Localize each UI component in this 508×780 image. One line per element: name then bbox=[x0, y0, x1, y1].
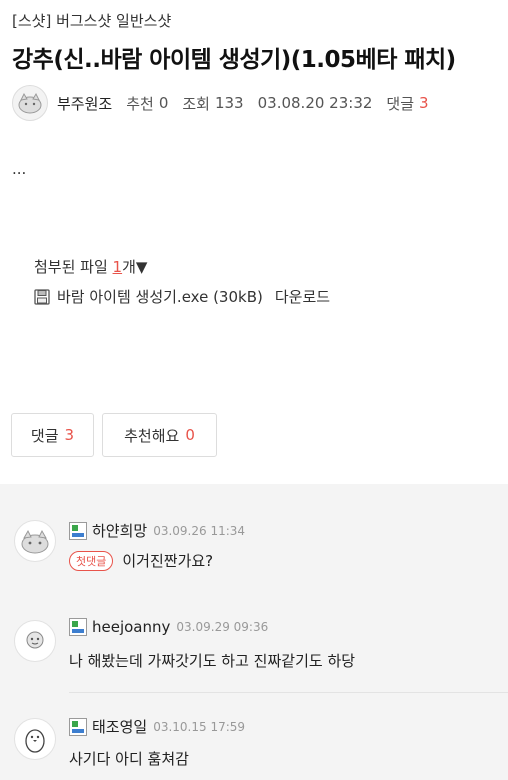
comment-text: 이거진짠가요? bbox=[122, 552, 214, 570]
penguin-avatar-icon bbox=[25, 729, 45, 753]
comment-header: 하얀희망 03.09.26 11:34 bbox=[69, 520, 245, 541]
avatar[interactable] bbox=[12, 85, 48, 121]
attachment-file-name[interactable]: 바람 아이템 생성기.exe (30kB) bbox=[57, 286, 263, 307]
recommend-button-count: 0 bbox=[185, 426, 195, 444]
download-link[interactable]: 다운로드 bbox=[275, 286, 330, 307]
comment-body: 사기다 아디 훔쳐감 bbox=[69, 748, 189, 769]
avatar[interactable] bbox=[14, 620, 56, 662]
views-label: 조회 bbox=[182, 94, 210, 113]
user-level-icon bbox=[69, 521, 87, 540]
cat-avatar-icon bbox=[21, 529, 49, 554]
comment-date: 03.10.15 17:59 bbox=[153, 719, 246, 734]
post-title: 강추(신..바람 아이템 생성기)(1.05베타 패치) bbox=[12, 47, 456, 73]
comment-body: 첫댓글 이거진짠가요? bbox=[69, 550, 213, 571]
caret-down-icon: ▼ bbox=[135, 258, 148, 276]
first-comment-badge: 첫댓글 bbox=[69, 550, 114, 571]
recommend-button-label: 추천해요 bbox=[124, 426, 180, 445]
attachments-heading: 첨부된 파일 bbox=[34, 258, 113, 276]
recommend-label: 추천 bbox=[126, 94, 154, 113]
comment-button-label: 댓글 bbox=[30, 426, 59, 445]
user-level-icon bbox=[69, 618, 87, 636]
comment-date: 03.09.29 09:36 bbox=[176, 620, 269, 634]
comment-date: 03.09.26 11:34 bbox=[153, 523, 246, 538]
pet-avatar-icon bbox=[26, 631, 44, 649]
comments-label: 댓글 bbox=[386, 94, 415, 113]
recommend-count: 0 bbox=[158, 94, 169, 112]
avatar[interactable] bbox=[14, 718, 56, 760]
attachment-item: 바람 아이템 생성기.exe (30kB) 다운로드 bbox=[34, 286, 330, 307]
comment-button-count: 3 bbox=[64, 426, 75, 444]
post-body: ... bbox=[12, 160, 27, 178]
comment-body: 나 해봤는데 가짜갓기도 하고 진짜같기도 하당 bbox=[69, 650, 355, 671]
comment-button[interactable]: 댓글 3 bbox=[11, 413, 94, 457]
views-count: 133 bbox=[214, 94, 244, 112]
post-meta: 부주원조 추천 0 조회 133 03.08.20 23:32 댓글 3 bbox=[12, 84, 429, 122]
comment-text: 사기다 아디 훔쳐감 bbox=[69, 750, 189, 768]
comment-author[interactable]: 태조영일 bbox=[92, 716, 147, 737]
recommend-button[interactable]: 추천해요 0 bbox=[102, 413, 217, 457]
user-level-icon bbox=[69, 717, 87, 736]
post-date: 03.08.20 23:32 bbox=[257, 94, 373, 112]
comment-author[interactable]: 하얀희망 bbox=[92, 520, 147, 541]
attachments-count: 1 bbox=[112, 258, 123, 276]
floppy-disk-icon bbox=[34, 288, 50, 305]
comment-author[interactable]: heejoanny bbox=[92, 618, 170, 636]
avatar[interactable] bbox=[14, 520, 56, 562]
comment-text: 나 해봤는데 가짜갓기도 하고 진짜같기도 하당 bbox=[69, 652, 356, 670]
attachments-unit: 개 bbox=[122, 258, 136, 276]
comment-divider bbox=[69, 692, 508, 693]
comment-header: heejoanny 03.09.29 09:36 bbox=[69, 618, 268, 636]
comment-header: 태조영일 03.10.15 17:59 bbox=[69, 716, 245, 737]
comments-count: 3 bbox=[419, 94, 429, 112]
comment-list: 하얀희망 03.09.26 11:34 첫댓글 이거진짠가요? heejoann… bbox=[0, 484, 508, 780]
post-category[interactable]: [스샷] 버그스샷 일반스샷 bbox=[12, 10, 171, 31]
cat-avatar-icon bbox=[18, 92, 42, 114]
attachments-toggle[interactable]: 첨부된 파일 1개▼ bbox=[34, 256, 147, 277]
post-author[interactable]: 부주원조 bbox=[57, 93, 112, 114]
